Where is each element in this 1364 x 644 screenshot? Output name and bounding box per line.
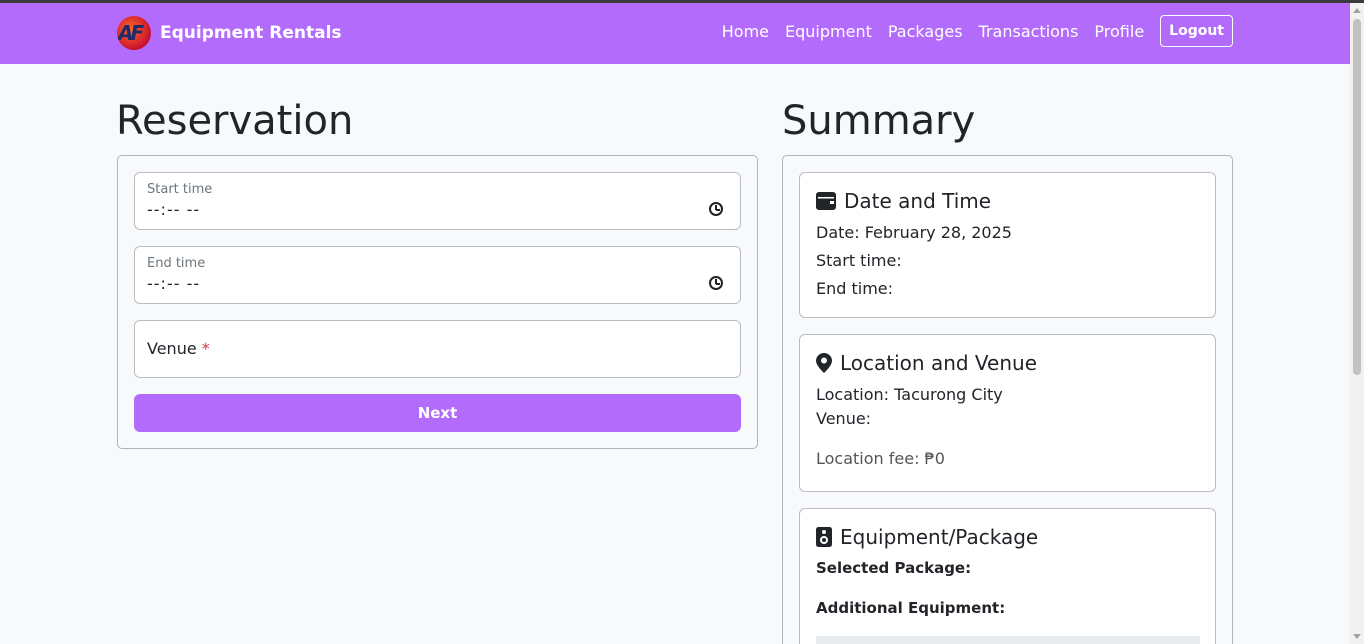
location-card: Location and Venue Location: Tacurong Ci… — [799, 334, 1216, 492]
equipment-title-text: Equipment/Package — [840, 525, 1039, 549]
nav-home[interactable]: Home — [722, 22, 769, 41]
equipment-card: Equipment/Package Selected Package: Addi… — [799, 508, 1216, 644]
nav-packages[interactable]: Packages — [888, 22, 963, 41]
nav-equipment[interactable]: Equipment — [785, 22, 872, 41]
nav-links: Home Equipment Packages Transactions Pro… — [706, 15, 1233, 47]
summary-location-fee: Location fee: ₱0 — [816, 449, 945, 468]
next-button[interactable]: Next — [134, 394, 741, 432]
equipment-list-placeholder — [816, 636, 1200, 644]
brand-logo-text: AF — [118, 21, 144, 45]
scroll-up-arrow-icon[interactable] — [1353, 8, 1361, 13]
date-time-card: Date and Time Date: February 28, 2025 St… — [799, 172, 1216, 318]
date-time-title: Date and Time — [816, 189, 991, 213]
summary-location: Location: Tacurong City — [816, 385, 1003, 404]
date-time-title-text: Date and Time — [844, 189, 992, 213]
calendar-icon — [816, 192, 836, 210]
nav-profile[interactable]: Profile — [1094, 22, 1144, 41]
scroll-thumb[interactable] — [1353, 19, 1361, 375]
nav-transactions[interactable]: Transactions — [979, 22, 1079, 41]
summary-start-time: Start time: — [816, 251, 902, 270]
summary-venue: Venue: — [816, 409, 872, 428]
clock-icon[interactable] — [709, 276, 723, 290]
brand-name: Equipment Rentals — [160, 23, 342, 43]
summary-date: Date: February 28, 2025 — [816, 223, 1012, 242]
start-time-field[interactable]: Start time --:-- -- — [134, 172, 741, 230]
venue-input[interactable]: Venue * — [134, 320, 741, 378]
selected-package-label: Selected Package: — [816, 559, 972, 577]
page-scrollbar[interactable] — [1350, 3, 1364, 644]
start-time-value: --:-- -- — [147, 200, 201, 219]
logout-button[interactable]: Logout — [1160, 15, 1233, 47]
equipment-title: Equipment/Package — [816, 525, 1038, 549]
brand-link[interactable]: AF Equipment Rentals — [117, 16, 342, 50]
map-pin-icon — [816, 353, 832, 373]
clock-icon[interactable] — [709, 202, 723, 216]
summary-end-time: End time: — [816, 279, 894, 298]
required-marker: * — [201, 339, 210, 358]
reservation-heading: Reservation — [116, 98, 354, 144]
location-title-text: Location and Venue — [840, 351, 1038, 375]
additional-equipment-label: Additional Equipment: — [816, 599, 1006, 617]
brand-logo: AF — [117, 16, 151, 50]
reservation-form: Start time --:-- -- End time --:-- -- Ve… — [117, 155, 758, 449]
summary-panel: Date and Time Date: February 28, 2025 St… — [782, 155, 1233, 644]
location-title: Location and Venue — [816, 351, 1037, 375]
speaker-icon — [816, 527, 832, 547]
venue-label: Venue * — [147, 339, 210, 358]
end-time-label: End time — [147, 256, 206, 271]
start-time-label: Start time — [147, 182, 213, 197]
summary-heading: Summary — [782, 98, 976, 144]
end-time-field[interactable]: End time --:-- -- — [134, 246, 741, 304]
scroll-down-arrow-icon[interactable] — [1353, 634, 1361, 639]
end-time-value: --:-- -- — [147, 274, 201, 293]
venue-label-text: Venue — [147, 339, 197, 358]
navbar: AF Equipment Rentals Home Equipment Pack… — [0, 3, 1350, 64]
